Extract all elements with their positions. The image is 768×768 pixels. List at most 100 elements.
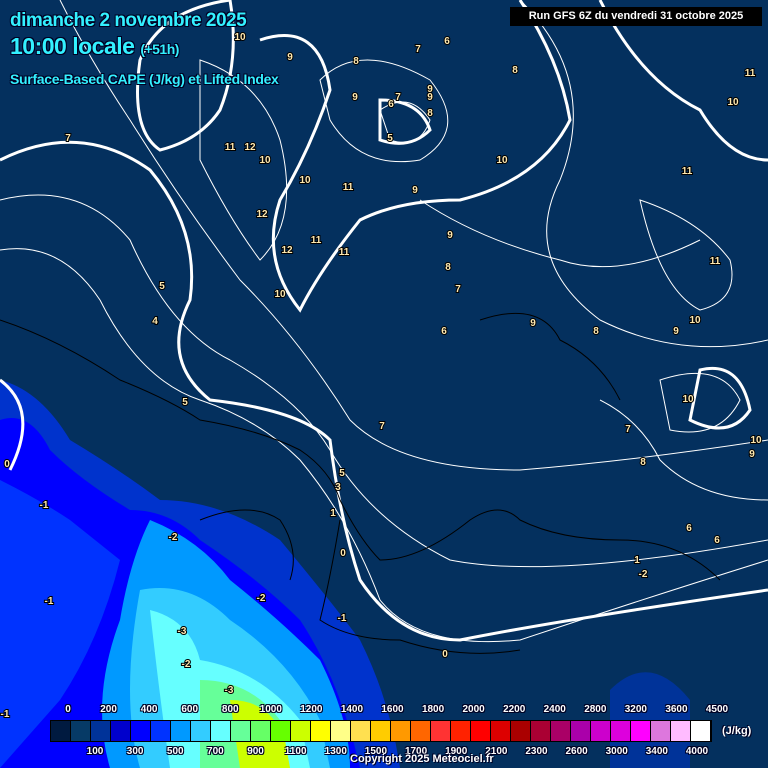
- scale-label: 1400: [340, 704, 364, 715]
- scale-swatch: [451, 721, 471, 741]
- forecast-time: 10:00 locale (+51h): [10, 33, 179, 60]
- scale-swatch: [671, 721, 691, 741]
- contour-label: 9: [287, 52, 293, 63]
- contour-label: 7: [455, 284, 461, 295]
- scale-label: 1800: [421, 704, 445, 715]
- scale-swatch: [631, 721, 651, 741]
- contour-label: 5: [339, 468, 345, 479]
- scale-swatch: [131, 721, 151, 741]
- contour-label: 12: [256, 209, 268, 220]
- contour-label: 12: [244, 142, 256, 153]
- scale-swatch: [591, 721, 611, 741]
- contour-label: 10: [299, 175, 311, 186]
- contour-label: 10: [274, 289, 286, 300]
- scale-label: 500: [166, 746, 184, 757]
- scale-swatch: [71, 721, 91, 741]
- scale-label: 1000: [259, 704, 282, 715]
- contour-label: 6: [686, 523, 692, 534]
- scale-swatch: [351, 721, 371, 741]
- contour-label: 6: [441, 326, 447, 337]
- run-info: Run GFS 6Z du vendredi 31 octobre 2025: [510, 7, 762, 26]
- scale-swatch: [491, 721, 511, 741]
- contour-label: -2: [639, 569, 648, 580]
- contour-label: 1: [634, 555, 640, 566]
- contour-label: 7: [395, 92, 401, 103]
- scale-label: 3200: [624, 704, 647, 715]
- scale-swatch: [411, 721, 431, 741]
- scale-swatch: [371, 721, 391, 741]
- scale-label: 2300: [525, 746, 548, 757]
- contour-label: 4: [152, 316, 158, 327]
- contour-label: 0: [340, 548, 346, 559]
- scale-swatch: [51, 721, 71, 741]
- contour-label: 3: [335, 482, 341, 493]
- scale-swatch: [471, 721, 491, 741]
- contour-label: 11: [710, 256, 721, 267]
- contour-label: 6: [444, 36, 450, 47]
- contour-label: 9: [352, 92, 358, 103]
- scale-unit: (J/kg): [722, 725, 752, 737]
- scale-swatch: [91, 721, 111, 741]
- contour-label: -2: [169, 532, 178, 543]
- contour-label: 0: [4, 459, 10, 470]
- contour-label: -1: [40, 500, 49, 511]
- contour-label: 8: [593, 326, 599, 337]
- contour-label: -1: [338, 613, 347, 624]
- scale-swatch: [571, 721, 591, 741]
- scale-swatch: [291, 721, 311, 741]
- scale-label: 0: [65, 704, 71, 715]
- contour-label: 9: [427, 92, 433, 103]
- contour-label: 8: [427, 108, 433, 119]
- scale-label: 900: [247, 746, 264, 757]
- scale-swatch: [331, 721, 351, 741]
- contour-label: -1: [1, 709, 10, 720]
- scale-label: 4500: [705, 704, 729, 715]
- scale-label: 200: [100, 704, 117, 715]
- scale-swatch: [431, 721, 451, 741]
- scale-swatch: [231, 721, 251, 741]
- scale-label: 3000: [605, 746, 628, 757]
- color-scale: [50, 720, 712, 742]
- scale-label: 800: [221, 704, 239, 715]
- contour-label: 7: [415, 44, 421, 55]
- scale-swatch: [311, 721, 331, 741]
- local-time: 10:00 locale: [10, 33, 135, 59]
- scale-swatch: [511, 721, 531, 741]
- contour-label: 6: [714, 535, 720, 546]
- scale-swatch: [271, 721, 291, 741]
- scale-label: 3400: [645, 746, 668, 757]
- contour-label: 9: [447, 230, 453, 241]
- contour-label: 5: [387, 133, 393, 144]
- contour-label: 10: [727, 97, 739, 108]
- contour-label: 12: [281, 245, 293, 256]
- contour-label: 1: [330, 508, 336, 519]
- contour-label: -3: [225, 685, 234, 696]
- contour-label: 11: [343, 182, 354, 193]
- scale-swatch: [251, 721, 271, 741]
- scale-label: 2400: [543, 704, 566, 715]
- contour-label: -1: [45, 596, 54, 607]
- scale-swatch: [691, 721, 711, 741]
- scale-label: 3600: [665, 704, 688, 715]
- contour-label: 8: [640, 457, 646, 468]
- scale-label: 1600: [381, 704, 404, 715]
- scale-label: 1300: [324, 746, 347, 757]
- scale-swatch: [651, 721, 671, 741]
- contour-label: -2: [182, 659, 191, 670]
- scale-label: 2000: [462, 704, 485, 715]
- forecast-date: dimanche 2 novembre 2025: [10, 10, 247, 31]
- contour-label: 11: [339, 247, 350, 258]
- contour-label: 9: [749, 449, 755, 460]
- cape-map: 109998768 1110986751011 121011 9710111211 98…: [0, 0, 768, 768]
- scale-swatch: [111, 721, 131, 741]
- contour-label: 7: [379, 421, 385, 432]
- scale-label: 2600: [565, 746, 588, 757]
- scale-label: 100: [86, 746, 104, 757]
- scale-swatch: [211, 721, 231, 741]
- contour-label: 8: [445, 262, 451, 273]
- contour-label: 9: [530, 318, 536, 329]
- contour-label: 8: [512, 65, 518, 76]
- contour-label: 8: [353, 56, 359, 67]
- contour-label: -3: [178, 626, 187, 637]
- scale-swatch: [391, 721, 411, 741]
